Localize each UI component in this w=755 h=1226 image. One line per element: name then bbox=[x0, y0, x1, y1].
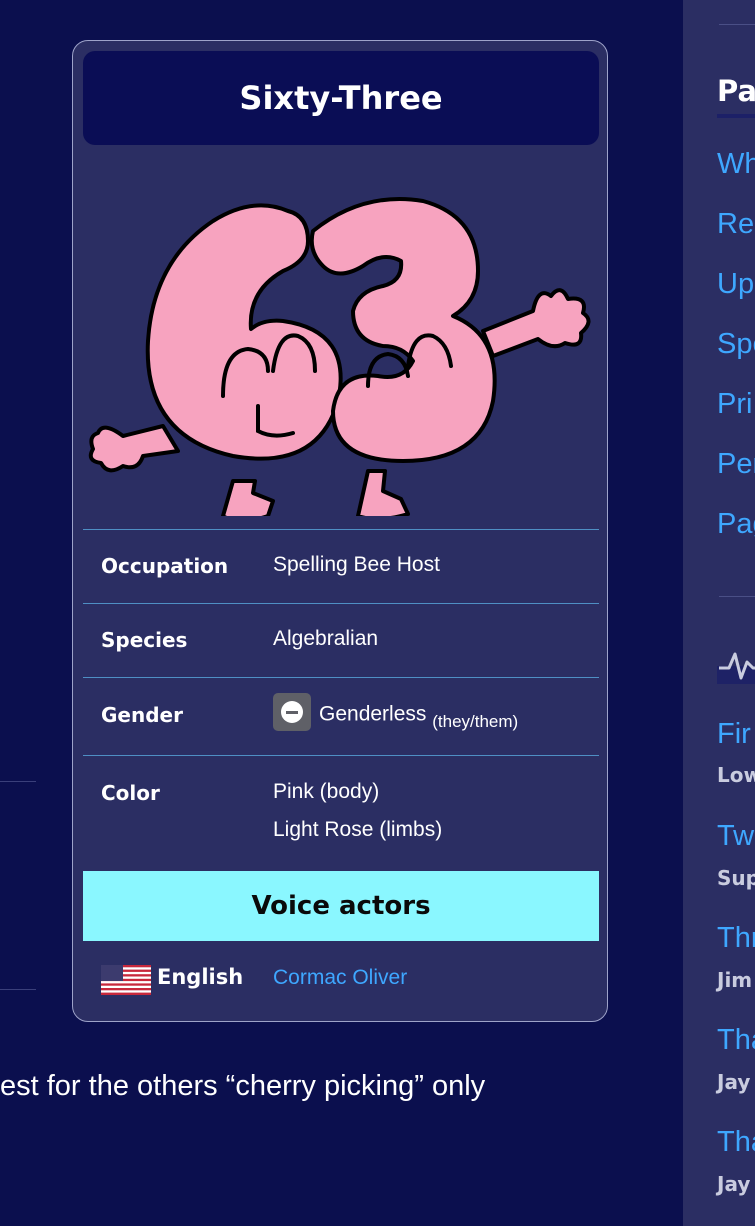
sidebar-link[interactable]: Spe bbox=[717, 328, 755, 361]
infobox-title: Sixty-Three bbox=[83, 51, 599, 145]
row-value: Spelling Bee Host bbox=[273, 553, 440, 576]
pronouns: (they/them) bbox=[432, 711, 519, 731]
infobox-row-color: Color Pink (body) Light Rose (limbs) bbox=[83, 755, 599, 871]
recent-activity-subtitle: Low bbox=[717, 763, 755, 787]
row-label: Species bbox=[101, 628, 188, 652]
sidebar-link[interactable]: Per bbox=[717, 448, 755, 481]
row-value-line: Light Rose (limbs) bbox=[273, 818, 443, 841]
infobox-row-gender: Gender Genderless (they/them) bbox=[83, 677, 599, 755]
recent-activity-subtitle: Jim bbox=[717, 968, 753, 992]
sidebar-link[interactable]: Up bbox=[717, 268, 754, 301]
sidebar-link[interactable]: Rel bbox=[717, 208, 755, 241]
recent-activity-title[interactable]: Fir bbox=[717, 718, 751, 751]
sidebar-link[interactable]: Pri bbox=[717, 388, 752, 421]
recent-activity-title[interactable]: Thr bbox=[717, 922, 755, 955]
infobox-row-species: Species Algebralian bbox=[83, 603, 599, 677]
voice-actor-language: English bbox=[157, 965, 244, 989]
row-value: Algebralian bbox=[273, 627, 379, 650]
activity-pulse-icon bbox=[717, 652, 755, 684]
recent-activity-title[interactable]: Tw bbox=[717, 820, 754, 853]
recent-activity-title[interactable]: Tha bbox=[717, 1024, 755, 1057]
recent-activity-title[interactable]: Tha bbox=[717, 1126, 755, 1159]
recent-activity-subtitle: Jay bbox=[717, 1070, 751, 1094]
character-infobox: Sixty-Three Occupation Spelling Bee Host… bbox=[72, 40, 608, 1022]
section-divider bbox=[0, 989, 36, 990]
character-image[interactable] bbox=[83, 171, 599, 516]
recent-activity-subtitle: Sup bbox=[717, 866, 755, 890]
sidebar-link[interactable]: Wh bbox=[717, 148, 755, 181]
gender-value: Genderless bbox=[319, 702, 427, 726]
sidebar-link[interactable]: Pag bbox=[717, 508, 755, 541]
sidebar-heading: Pa bbox=[717, 74, 755, 118]
voice-actor-link[interactable]: Cormac Oliver bbox=[273, 966, 407, 990]
voice-actors-header: Voice actors bbox=[83, 871, 599, 941]
row-label: Gender bbox=[101, 703, 183, 727]
row-value-line: Pink (body) bbox=[273, 780, 380, 803]
sidebar-divider bbox=[719, 596, 755, 597]
infobox-row-occupation: Occupation Spelling Bee Host bbox=[83, 529, 599, 603]
row-value: Genderless (they/them) bbox=[273, 693, 519, 734]
us-flag-icon bbox=[101, 965, 151, 995]
sidebar-divider bbox=[719, 24, 755, 25]
article-body-text: est for the others “cherry picking” only bbox=[0, 1070, 486, 1102]
voice-actor-row: English Cormac Oliver bbox=[83, 947, 599, 1007]
right-sidebar: Pa Wh Rel Up Spe Pri Per Pag Fir Low Tw … bbox=[683, 0, 755, 1226]
row-label: Occupation bbox=[101, 554, 229, 578]
row-label: Color bbox=[101, 781, 160, 805]
recent-activity-subtitle: Jay bbox=[717, 1172, 751, 1196]
section-divider bbox=[0, 781, 36, 782]
genderless-icon bbox=[273, 693, 311, 731]
